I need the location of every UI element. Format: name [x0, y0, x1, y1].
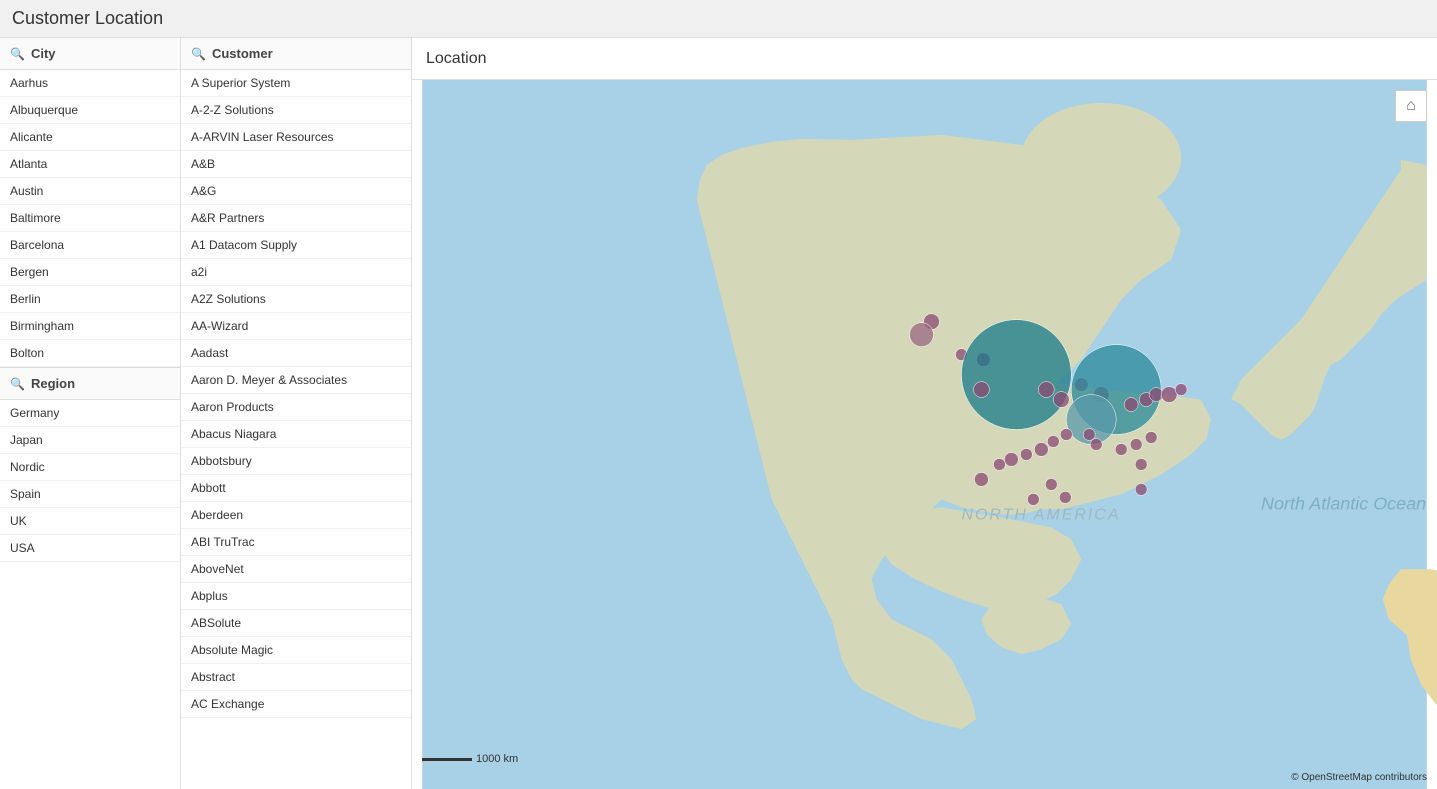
region-section: 🔍 Region GermanyJapanNordicSpainUKUSA	[0, 368, 180, 562]
map-bubble[interactable]	[1135, 483, 1147, 495]
region-header: 🔍 Region	[0, 368, 180, 400]
map-bubble[interactable]	[1060, 429, 1072, 441]
map-bubble[interactable]	[1145, 432, 1157, 444]
customer-item[interactable]: ABSolute	[181, 610, 411, 637]
customer-header: 🔍 Customer	[181, 38, 411, 70]
customer-list: A Superior SystemA-2-Z SolutionsA-ARVIN …	[181, 70, 411, 718]
city-item[interactable]: Aarhus	[0, 70, 180, 97]
map-bubble[interactable]	[1020, 448, 1032, 460]
customer-item[interactable]: AC Exchange	[181, 691, 411, 718]
map-bubble[interactable]	[1124, 398, 1138, 412]
customer-item[interactable]: Abacus Niagara	[181, 421, 411, 448]
city-item[interactable]: Barcelona	[0, 232, 180, 259]
customer-label: Customer	[212, 46, 273, 61]
city-label: City	[31, 46, 56, 61]
map-bubble[interactable]	[993, 458, 1005, 470]
customer-item[interactable]: Abstract	[181, 664, 411, 691]
city-list: AarhusAlbuquerqueAlicanteAtlantaAustinBa…	[0, 70, 180, 367]
city-item[interactable]: Austin	[0, 178, 180, 205]
map-bubble[interactable]	[1083, 429, 1095, 441]
map-bubble[interactable]	[1175, 384, 1187, 396]
city-item[interactable]: Atlanta	[0, 151, 180, 178]
region-search-icon: 🔍	[10, 377, 25, 391]
region-item[interactable]: UK	[0, 508, 180, 535]
region-item[interactable]: Nordic	[0, 454, 180, 481]
city-header: 🔍 City	[0, 38, 180, 70]
svg-text:North Atlantic Ocean: North Atlantic Ocean	[1261, 493, 1426, 513]
customer-item[interactable]: Abplus	[181, 583, 411, 610]
customer-item[interactable]: Aadast	[181, 340, 411, 367]
customer-item[interactable]: A1 Datacom Supply	[181, 232, 411, 259]
region-list: GermanyJapanNordicSpainUKUSA	[0, 400, 180, 562]
map-bubble[interactable]	[961, 320, 1071, 430]
map-title: Location	[412, 38, 1437, 80]
map-bubble[interactable]	[910, 323, 934, 347]
map-bubble[interactable]	[974, 472, 988, 486]
region-item[interactable]: Spain	[0, 481, 180, 508]
attribution-text: © OpenStreetMap contributors	[1291, 772, 1427, 783]
region-item[interactable]: Japan	[0, 427, 180, 454]
scale-bar: 1000 km	[422, 753, 518, 765]
map-container[interactable]: North Atlantic Ocean NORTH AMERICA EUROP…	[412, 80, 1437, 789]
customer-item[interactable]: Abbotsbury	[181, 448, 411, 475]
map-scale: 1000 km	[422, 753, 518, 765]
home-icon: ⌂	[1406, 97, 1416, 115]
customer-item[interactable]: A2Z Solutions	[181, 286, 411, 313]
city-section: 🔍 City AarhusAlbuquerqueAlicanteAtlantaA…	[0, 38, 180, 367]
scale-label: 1000 km	[476, 753, 518, 765]
map-bubble[interactable]	[1135, 458, 1147, 470]
customer-search-icon: 🔍	[191, 47, 206, 61]
map-svg: North Atlantic Ocean NORTH AMERICA EUROP…	[412, 80, 1437, 789]
map-bubble[interactable]	[1045, 478, 1057, 490]
osm-attribution[interactable]: © OpenStreetMap contributors	[1291, 772, 1427, 783]
customer-item[interactable]: A&B	[181, 151, 411, 178]
map-bubble[interactable]	[1059, 491, 1071, 503]
customer-item[interactable]: Aaron Products	[181, 394, 411, 421]
city-item[interactable]: Berlin	[0, 286, 180, 313]
region-item[interactable]: USA	[0, 535, 180, 562]
customer-item[interactable]: ABI TruTrac	[181, 529, 411, 556]
left-panel: 🔍 City AarhusAlbuquerqueAlicanteAtlantaA…	[0, 38, 181, 789]
map-bubble[interactable]	[1090, 438, 1102, 450]
city-item[interactable]: Bolton	[0, 340, 180, 367]
city-search-icon: 🔍	[10, 47, 25, 61]
map-bubble[interactable]	[1130, 438, 1142, 450]
customer-item[interactable]: Aberdeen	[181, 502, 411, 529]
scale-line	[422, 758, 472, 761]
region-label: Region	[31, 376, 75, 391]
city-item[interactable]: Alicante	[0, 124, 180, 151]
customer-item[interactable]: Aaron D. Meyer & Associates	[181, 367, 411, 394]
home-button[interactable]: ⌂	[1395, 90, 1427, 122]
region-item[interactable]: Germany	[0, 400, 180, 427]
customer-item[interactable]: AA-Wizard	[181, 313, 411, 340]
city-item[interactable]: Birmingham	[0, 313, 180, 340]
city-item[interactable]: Albuquerque	[0, 97, 180, 124]
map-bubble[interactable]	[1004, 452, 1018, 466]
map-panel: Location	[412, 38, 1437, 789]
map-bubble[interactable]	[1053, 392, 1069, 408]
map-bubble[interactable]	[973, 382, 989, 398]
customer-item[interactable]: Absolute Magic	[181, 637, 411, 664]
customer-item[interactable]: A&R Partners	[181, 205, 411, 232]
map-bubble[interactable]	[1027, 493, 1039, 505]
map-bubble[interactable]	[1038, 382, 1054, 398]
customer-item[interactable]: Abbott	[181, 475, 411, 502]
customer-item[interactable]: A-ARVIN Laser Resources	[181, 124, 411, 151]
city-item[interactable]: Bergen	[0, 259, 180, 286]
svg-text:NORTH AMERICA: NORTH AMERICA	[961, 506, 1120, 523]
customer-item[interactable]: AboveNet	[181, 556, 411, 583]
customer-item[interactable]: a2i	[181, 259, 411, 286]
map-bubble[interactable]	[1034, 442, 1048, 456]
customer-item[interactable]: A Superior System	[181, 70, 411, 97]
customer-panel: 🔍 Customer A Superior SystemA-2-Z Soluti…	[181, 38, 412, 789]
page-title: Customer Location	[0, 0, 1437, 38]
customer-item[interactable]: A&G	[181, 178, 411, 205]
customer-item[interactable]: A-2-Z Solutions	[181, 97, 411, 124]
map-bubble[interactable]	[1047, 435, 1059, 447]
city-item[interactable]: Baltimore	[0, 205, 180, 232]
map-bubble[interactable]	[1115, 443, 1127, 455]
map-bubble[interactable]	[1161, 387, 1177, 403]
